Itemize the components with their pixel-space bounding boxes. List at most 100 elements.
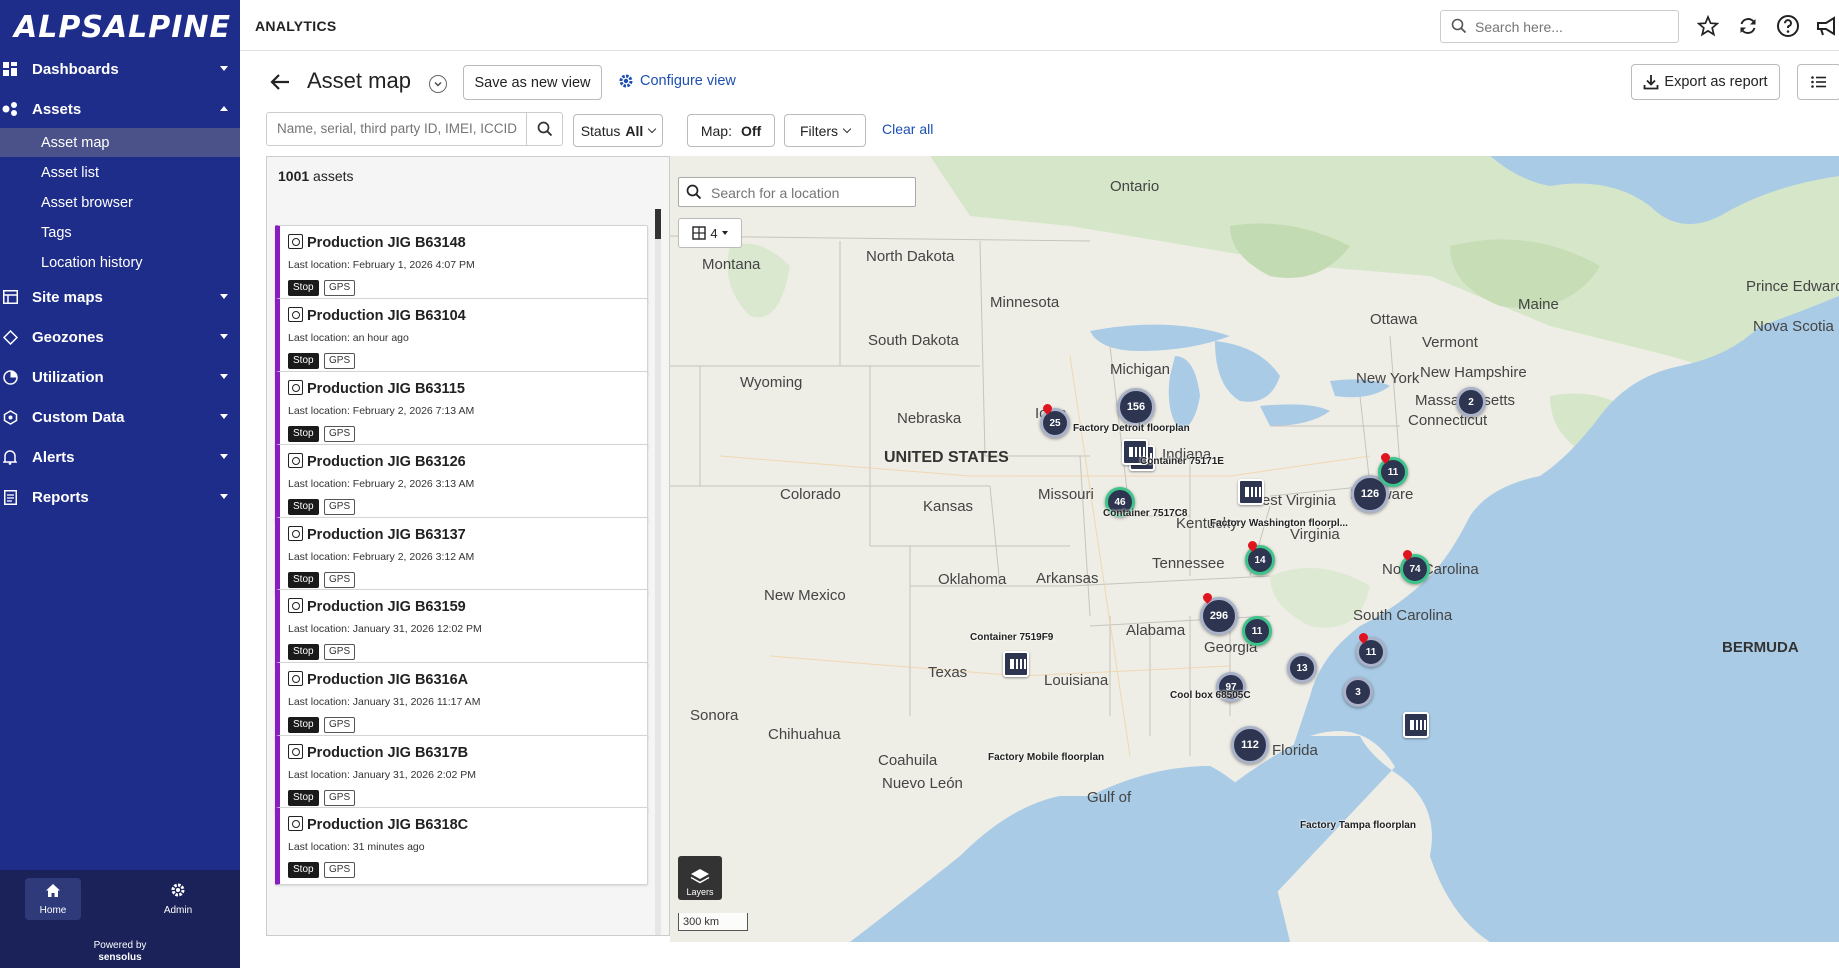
map-place-label: Chihuahua xyxy=(768,726,841,743)
chevron-down-icon xyxy=(220,414,228,419)
sidebar-item-utilization[interactable]: Utilization xyxy=(0,357,240,397)
global-search-input[interactable] xyxy=(1475,18,1665,35)
map-place-label: Tennessee xyxy=(1152,555,1225,572)
asset-last-location: Last location: January 31, 2026 2:02 PM xyxy=(288,769,476,781)
asset-list-panel: 1001 assets Production JIG B63148 Last lo… xyxy=(266,156,670,936)
asset-card[interactable]: Production JIG B6318C Last location: 31 m… xyxy=(275,807,648,885)
layers-button[interactable]: Layers xyxy=(678,856,722,900)
chevron-down-icon xyxy=(721,231,728,235)
container-marker-icon[interactable] xyxy=(1003,651,1029,677)
map-cluster-marker[interactable]: 2 xyxy=(1456,387,1486,417)
help-icon[interactable] xyxy=(1774,12,1802,40)
layer-filter-button[interactable]: 4 xyxy=(678,218,742,248)
sidebar-subitem-tags[interactable]: Tags xyxy=(0,218,240,247)
map-cluster-marker[interactable]: 11 xyxy=(1242,616,1272,646)
sidebar-item-label: Reports xyxy=(32,488,89,506)
scrollbar-thumb[interactable] xyxy=(655,209,661,239)
asset-type-icon xyxy=(288,671,303,686)
pie-icon xyxy=(1,368,19,386)
filters-label: Filters xyxy=(799,122,839,139)
asset-card[interactable]: Production JIG B63126 Last location: Febr… xyxy=(275,444,648,522)
map-icon xyxy=(1,288,19,306)
asset-name: Production JIG B63126 xyxy=(307,454,466,470)
container-marker-icon[interactable] xyxy=(1403,712,1429,738)
status-badge: Stop xyxy=(288,572,319,588)
configure-view-link[interactable]: Configure view xyxy=(618,73,736,89)
admin-button[interactable]: Admin xyxy=(150,878,206,920)
container-marker-icon[interactable] xyxy=(1238,479,1264,505)
chevron-down-icon xyxy=(220,334,228,339)
status-filter-button[interactable]: Status All xyxy=(573,114,663,147)
map-place-label: Minnesota xyxy=(990,294,1060,311)
global-search[interactable] xyxy=(1440,10,1679,43)
map-place-label: Maine xyxy=(1518,296,1559,313)
map-marker-label: Factory Detroit floorplan xyxy=(1073,423,1190,434)
chevron-down-icon xyxy=(434,82,442,87)
chevron-down-icon xyxy=(220,374,228,379)
asset-search-button[interactable] xyxy=(526,113,562,145)
map-cluster-marker[interactable]: 112 xyxy=(1231,726,1269,764)
map-cluster-marker[interactable]: 13 xyxy=(1287,653,1317,683)
status-badge: Stop xyxy=(288,353,319,369)
location-search-input[interactable] xyxy=(711,185,911,201)
asset-search-input[interactable] xyxy=(277,121,522,136)
announcement-icon[interactable] xyxy=(1813,12,1839,40)
star-icon[interactable] xyxy=(1694,12,1722,40)
asset-card[interactable]: Production JIG B63137 Last location: Febr… xyxy=(275,517,648,595)
map-marker-label: Cool box 68505C xyxy=(1170,690,1251,701)
asset-card[interactable]: Production JIG B6316A Last location: Janu… xyxy=(275,662,648,740)
map-place-label: Montana xyxy=(702,256,761,273)
map-cluster-marker[interactable]: 3 xyxy=(1343,677,1373,707)
refresh-icon[interactable] xyxy=(1734,12,1762,40)
export-report-button[interactable]: Export as report xyxy=(1631,64,1780,100)
list-view-button[interactable] xyxy=(1797,64,1839,100)
map-marker-label: Container 7519F9 xyxy=(970,632,1054,643)
sidebar-subitem-asset-map[interactable]: Asset map xyxy=(0,128,240,157)
home-button[interactable]: Home xyxy=(25,878,81,920)
asset-card[interactable]: Production JIG B63115 Last location: Febr… xyxy=(275,371,648,449)
asset-card[interactable]: Production JIG B6317B Last location: Janu… xyxy=(275,735,648,813)
status-filter-label: Status xyxy=(580,122,621,139)
asset-list-scrollbar[interactable] xyxy=(655,209,661,935)
sidebar-subitem-asset-list[interactable]: Asset list xyxy=(0,158,240,187)
asset-type-icon xyxy=(288,380,303,395)
map-filter-button[interactable]: Map: Off xyxy=(687,114,775,147)
back-arrow-icon[interactable] xyxy=(268,70,294,96)
asset-type-icon xyxy=(288,234,303,249)
map-place-label: South Carolina xyxy=(1353,607,1453,624)
map-cluster-marker[interactable]: 156 xyxy=(1117,388,1155,426)
export-label: Export as report xyxy=(1664,74,1768,90)
map-filter-value: Off xyxy=(740,122,762,139)
location-search[interactable] xyxy=(678,177,916,207)
map-place-label: North Dakota xyxy=(866,248,955,265)
sidebar-subitem-asset-browser[interactable]: Asset browser xyxy=(0,188,240,217)
sidebar-subitem-location-history[interactable]: Location history xyxy=(0,248,240,277)
home-label: Home xyxy=(39,904,67,916)
asset-card[interactable]: Production JIG B63104 Last location: an h… xyxy=(275,298,648,376)
asset-card[interactable]: Production JIG B63148 Last location: Febr… xyxy=(275,225,648,303)
clear-all-link[interactable]: Clear all xyxy=(882,121,933,137)
sidebar-item-assets[interactable]: Assets xyxy=(0,89,240,129)
sidebar-item-custom-data[interactable]: Custom Data xyxy=(0,397,240,437)
save-as-new-view-button[interactable]: Save as new view xyxy=(463,65,602,100)
sidebar-item-site-maps[interactable]: Site maps xyxy=(0,277,240,317)
map-place-label: New Mexico xyxy=(764,587,846,604)
asset-search[interactable] xyxy=(266,112,563,146)
status-badge: Stop xyxy=(288,644,319,660)
layer-count-value: 4 xyxy=(710,225,718,241)
map-place-label: Kansas xyxy=(923,498,974,515)
asset-map[interactable]: Ontario North Dakota Montana Minnesota South… xyxy=(670,156,1839,942)
asset-last-location: Last location: February 2, 2026 3:13 AM xyxy=(288,478,475,490)
brand-logo[interactable]: ALPSALPINE xyxy=(14,10,231,45)
map-marker-label: Container 75171E xyxy=(1140,456,1224,467)
filters-button[interactable]: Filters xyxy=(784,114,866,147)
view-dropdown-button[interactable] xyxy=(429,75,447,93)
custom-data-icon xyxy=(1,408,19,426)
asset-type-icon xyxy=(288,598,303,613)
sidebar-item-dashboards[interactable]: Dashboards xyxy=(0,49,240,89)
sidebar-item-geozones[interactable]: Geozones xyxy=(0,317,240,357)
sidebar-item-reports[interactable]: Reports xyxy=(0,477,240,517)
powered-by-text: Powered by xyxy=(93,940,147,951)
sidebar-item-alerts[interactable]: Alerts xyxy=(0,437,240,477)
asset-card[interactable]: Production JIG B63159 Last location: Janu… xyxy=(275,589,648,667)
